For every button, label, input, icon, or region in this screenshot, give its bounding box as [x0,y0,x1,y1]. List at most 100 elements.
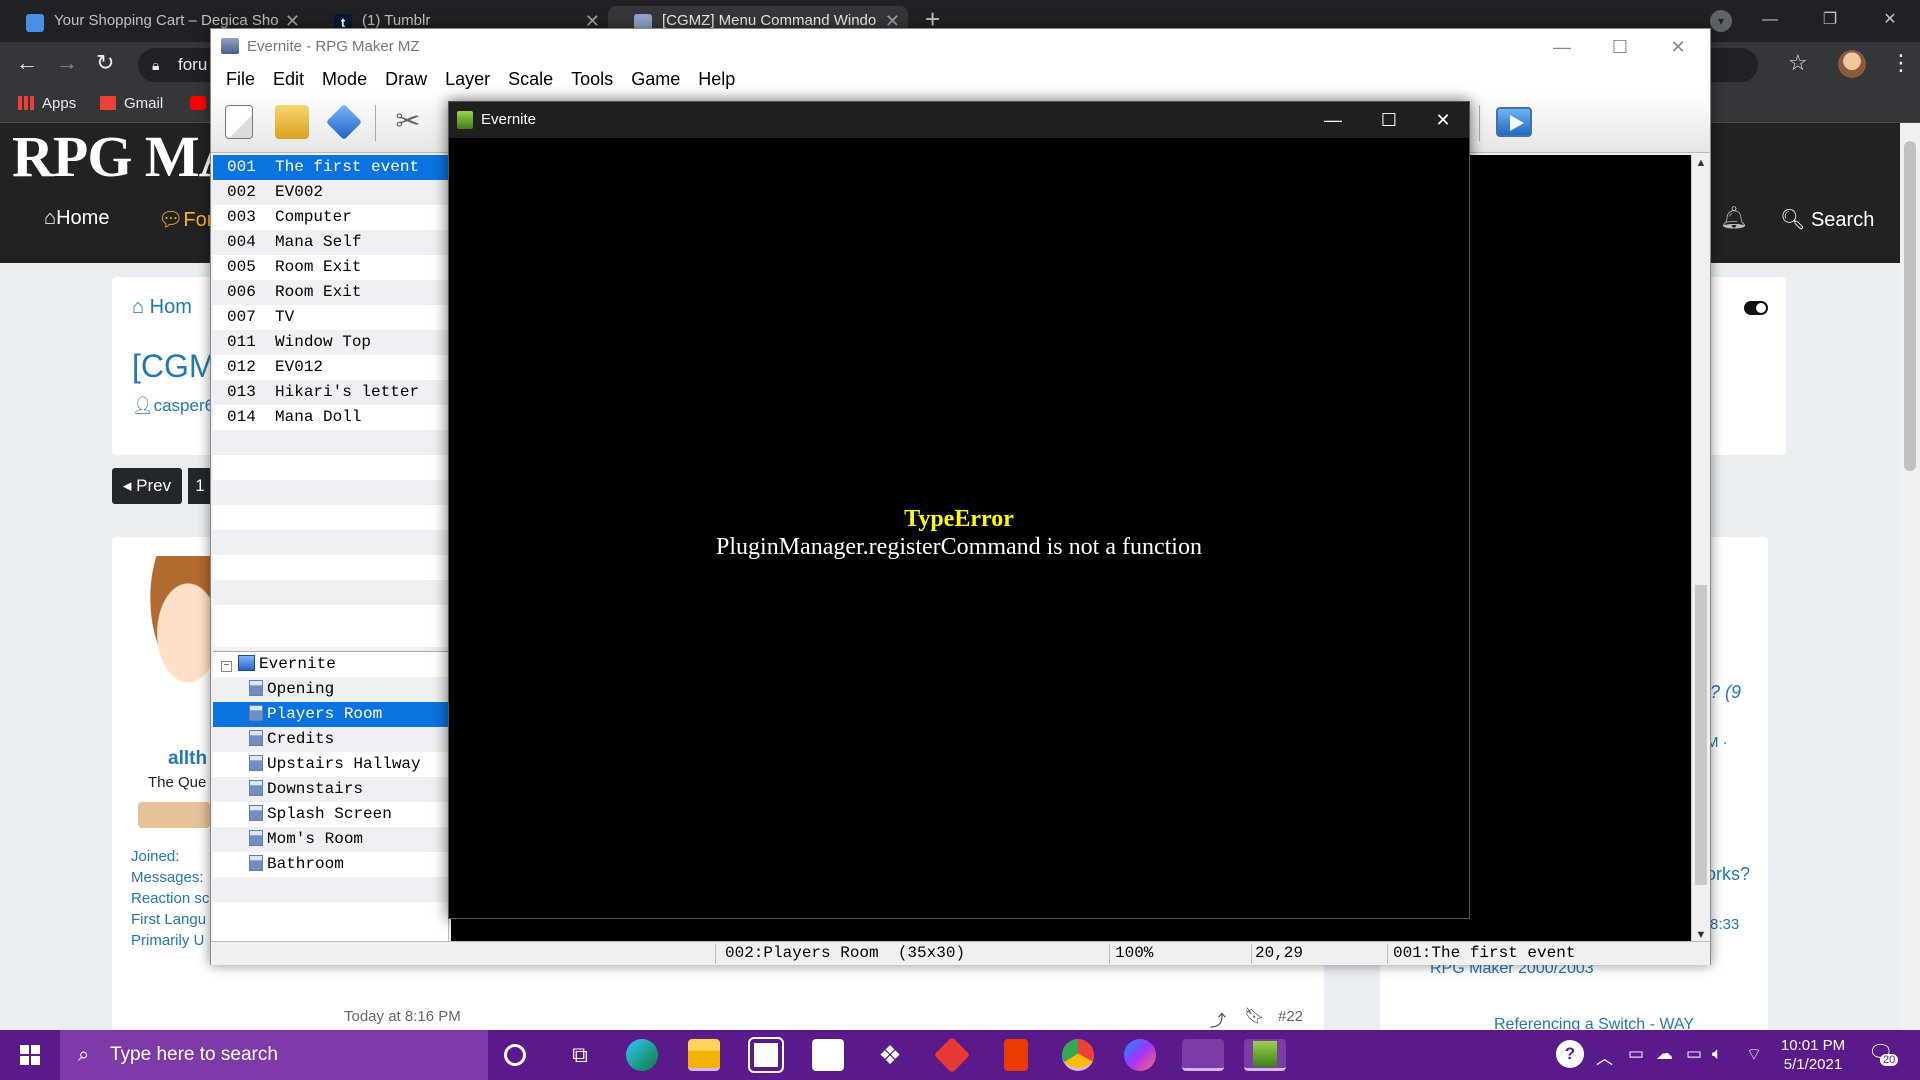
menu-kebab-icon[interactable]: ⋮ [1890,50,1912,76]
share-icon[interactable]: ⤴ [1210,1007,1226,1031]
tree-project-root[interactable]: − Evernite [213,652,448,677]
tree-map-item[interactable]: Mom's Room [213,827,448,852]
list-item[interactable]: 014 Mana Doll [213,405,448,430]
battery-icon[interactable]: ▭ [1686,1044,1702,1064]
bookmark-gmail[interactable]: Gmail [100,95,163,112]
minimize-icon[interactable]: — [1740,0,1800,42]
playtest-icon[interactable] [1496,107,1532,137]
close-icon[interactable]: ✕ [1649,29,1707,65]
new-project-icon[interactable] [225,105,253,139]
tree-map-item[interactable]: Credits [213,727,448,752]
post-username[interactable]: allth [168,748,207,770]
close-icon[interactable]: ✕ [1415,102,1471,138]
minimize-icon[interactable]: — [1305,102,1361,138]
app-diamond-icon[interactable] [933,1036,971,1074]
post-number[interactable]: #22 [1278,1008,1303,1025]
back-icon[interactable]: ← [16,50,38,76]
sidebar-snippet[interactable]: l? (9 [1706,682,1741,703]
tree-map-item[interactable]: Splash Screen [213,802,448,827]
notification-center-icon[interactable]: 🗨︎ 20 [1868,1040,1899,1066]
scroll-up-icon[interactable]: ▲ [1693,155,1709,171]
list-item[interactable]: 011 Window Top [213,330,448,355]
tree-map-item[interactable]: Bathroom [213,852,448,877]
nav-home[interactable]: ⌂Home [44,207,109,230]
tree-map-item[interactable]: Downstairs [213,777,448,802]
bookmark-icon[interactable]: 🔖︎ [1244,1006,1264,1026]
show-hidden-icons[interactable]: ︿ [1596,1044,1613,1069]
cortana-icon[interactable] [504,1044,526,1066]
list-item[interactable]: 004 Mana Self [213,230,448,255]
minimize-icon[interactable]: — [1533,29,1591,65]
menu-layer[interactable]: Layer [438,65,497,95]
scroll-thumb[interactable] [1695,585,1707,885]
pager-prev-button[interactable]: ◂ Prev [112,468,182,504]
list-item[interactable]: 002 EV002 [213,180,448,205]
sidebar-snippet[interactable]: orks? [1706,864,1750,885]
help-icon[interactable]: ? [1556,1040,1584,1068]
cut-icon[interactable]: ✂ [391,105,425,139]
reload-icon[interactable]: ↻ [96,50,114,76]
toggle-icon[interactable] [1744,301,1768,315]
mail-icon[interactable] [812,1039,844,1071]
office-icon[interactable] [1004,1039,1028,1071]
game-taskbar-icon[interactable] [1244,1039,1286,1071]
list-item[interactable]: 013 Hikari's letter [213,380,448,405]
bookmark-star-icon[interactable]: ☆ [1788,50,1808,76]
scroll-thumb[interactable] [1904,141,1916,471]
list-item[interactable]: 007 TV [213,305,448,330]
task-view-icon[interactable]: ⧉ [564,1039,596,1071]
browser-scrollbar[interactable] [1900,123,1920,1030]
chrome-icon[interactable] [1062,1039,1094,1071]
taskbar-clock[interactable]: 10:01 PM 5/1/2021 [1778,1036,1848,1074]
edge-icon[interactable] [626,1039,658,1071]
bell-icon[interactable]: 🔔︎ [1720,205,1748,231]
dropbox-icon[interactable]: ❖ [874,1039,906,1071]
map-vertical-scrollbar[interactable]: ▲ ▼ [1691,155,1709,945]
tab-search-icon[interactable]: ▾ [1710,10,1732,32]
device-icon[interactable]: ▭ [1628,1044,1644,1064]
maximize-icon[interactable]: ☐ [1591,29,1649,65]
list-item[interactable]: 001 The first event [213,155,448,180]
store-icon[interactable] [748,1037,784,1073]
open-project-icon[interactable] [275,105,309,139]
pager-page-button[interactable]: 1 [188,468,212,504]
maximize-icon[interactable]: ☐ [1361,102,1417,138]
restore-icon[interactable]: ❐ [1800,0,1860,42]
save-project-icon[interactable] [325,103,363,141]
avatar[interactable] [140,556,220,696]
breadcrumb[interactable]: ⌂ Hom [132,296,192,319]
game-title-bar[interactable]: Evernite — ☐ ✕ [449,102,1469,138]
taskbar-search-box[interactable]: ⌕ Type here to search [60,1030,488,1080]
tree-map-item[interactable]: Opening [213,677,448,702]
list-item[interactable]: 005 Room Exit [213,255,448,280]
menu-game[interactable]: Game [624,65,687,95]
menu-mode[interactable]: Mode [315,65,374,95]
close-icon[interactable]: ✕ [1860,0,1920,42]
event-list[interactable]: 001 The first event 002 EV002 003 Comput… [213,155,449,647]
tree-map-item[interactable]: Players Room [213,702,448,727]
list-item[interactable]: 012 EV012 [213,355,448,380]
start-button[interactable] [0,1030,60,1080]
menu-help[interactable]: Help [691,65,742,95]
site-search-button[interactable]: 🔍︎ Search [1780,207,1874,232]
rpgmaker-taskbar-icon[interactable] [1182,1039,1224,1071]
file-explorer-icon[interactable] [688,1039,720,1071]
forward-icon[interactable]: → [56,50,78,76]
menu-scale[interactable]: Scale [501,65,560,95]
menu-tools[interactable]: Tools [564,65,620,95]
wifi-icon[interactable]: ⌔ [1746,1044,1762,1065]
post-timestamp[interactable]: Today at 8:16 PM [344,1008,461,1025]
messenger-icon[interactable] [1124,1039,1156,1071]
menu-file[interactable]: File [219,65,262,95]
thread-author[interactable]: 👤︎casper6 [132,396,214,416]
site-logo[interactable]: RPG MA [12,123,241,190]
bookmark-apps[interactable]: Apps [18,95,76,112]
menu-edit[interactable]: Edit [266,65,311,95]
list-item[interactable]: 003 Computer [213,205,448,230]
profile-avatar[interactable] [1838,50,1866,78]
nav-forums[interactable]: 💬︎For [158,207,213,232]
tree-map-item[interactable]: Upstairs Hallway [213,752,448,777]
collapse-icon[interactable]: − [221,661,232,672]
list-item[interactable]: 006 Room Exit [213,280,448,305]
volume-icon[interactable]: 🔈︎ [1712,1044,1722,1064]
